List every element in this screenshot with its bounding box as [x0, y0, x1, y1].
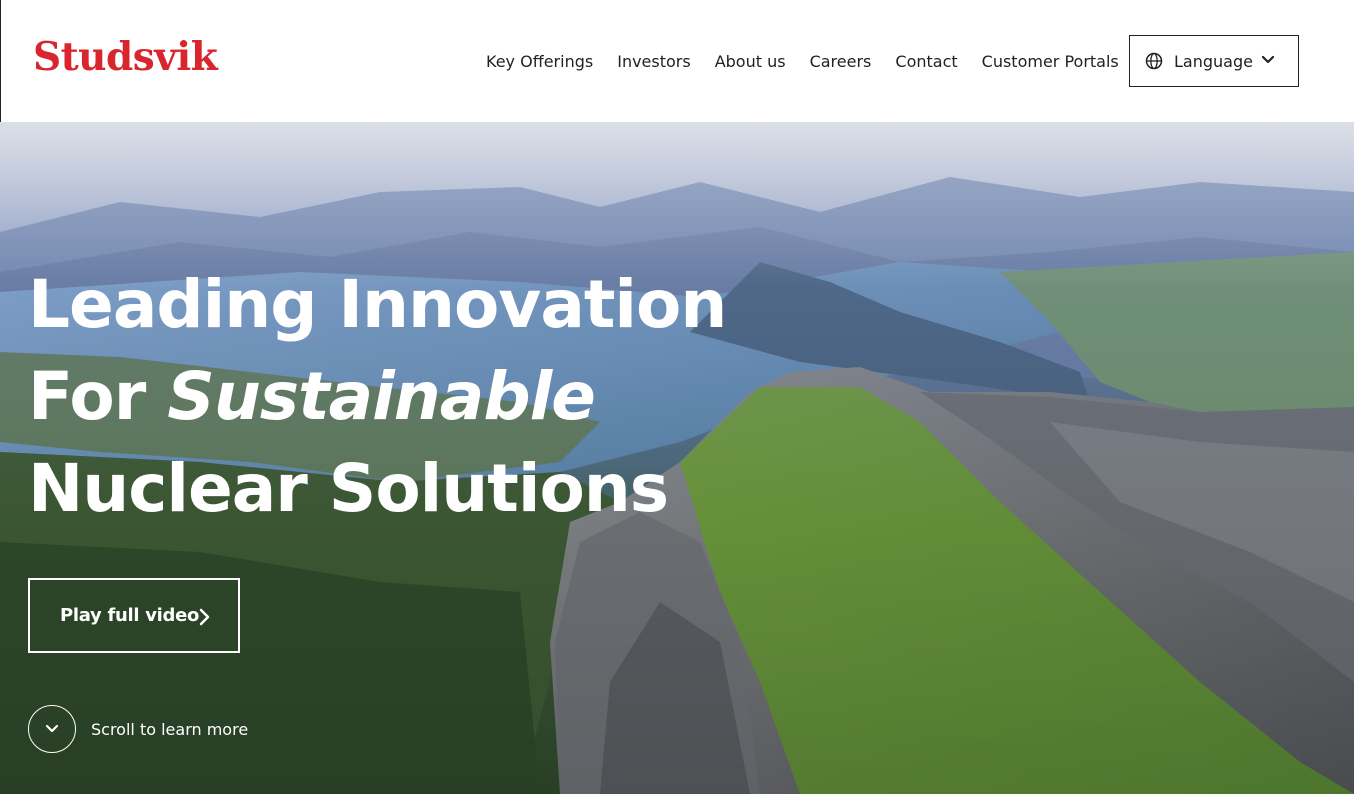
nav-careers[interactable]: Careers: [810, 50, 872, 74]
chevron-down-icon: [45, 724, 59, 733]
scroll-to-learn-more[interactable]: Scroll to learn more: [28, 705, 248, 753]
globe-icon: [1145, 52, 1163, 70]
play-full-video-label: Play full video: [60, 605, 200, 626]
chevron-right-icon: [199, 608, 210, 626]
hero-headline: Leading Innovation For Sustainable Nucle…: [28, 259, 727, 535]
headline-line-2-italic: Sustainable: [167, 358, 596, 435]
nav-customer-portals[interactable]: Customer Portals: [982, 50, 1119, 74]
headline-line-3: Nuclear Solutions: [28, 450, 669, 527]
main-nav: Key Offerings Investors About us Careers…: [486, 50, 1119, 74]
site-header: Studsvik Key Offerings Investors About u…: [0, 0, 1354, 122]
language-selector[interactable]: Language: [1129, 35, 1299, 87]
language-label: Language: [1174, 51, 1253, 71]
studsvik-logo[interactable]: Studsvik: [33, 38, 218, 77]
nav-investors[interactable]: Investors: [617, 50, 690, 74]
headline-line-2-prefix: For: [28, 358, 168, 435]
headline-line-1: Leading Innovation: [28, 266, 727, 343]
play-full-video-button[interactable]: Play full video: [28, 578, 240, 653]
hero-section: Leading Innovation For Sustainable Nucle…: [0, 122, 1354, 794]
chevron-down-icon: [1261, 55, 1275, 64]
nav-about-us[interactable]: About us: [715, 50, 786, 74]
scroll-label: Scroll to learn more: [91, 719, 249, 739]
scroll-down-circle[interactable]: [28, 705, 76, 753]
nav-contact[interactable]: Contact: [895, 50, 957, 74]
nav-key-offerings[interactable]: Key Offerings: [486, 50, 593, 74]
